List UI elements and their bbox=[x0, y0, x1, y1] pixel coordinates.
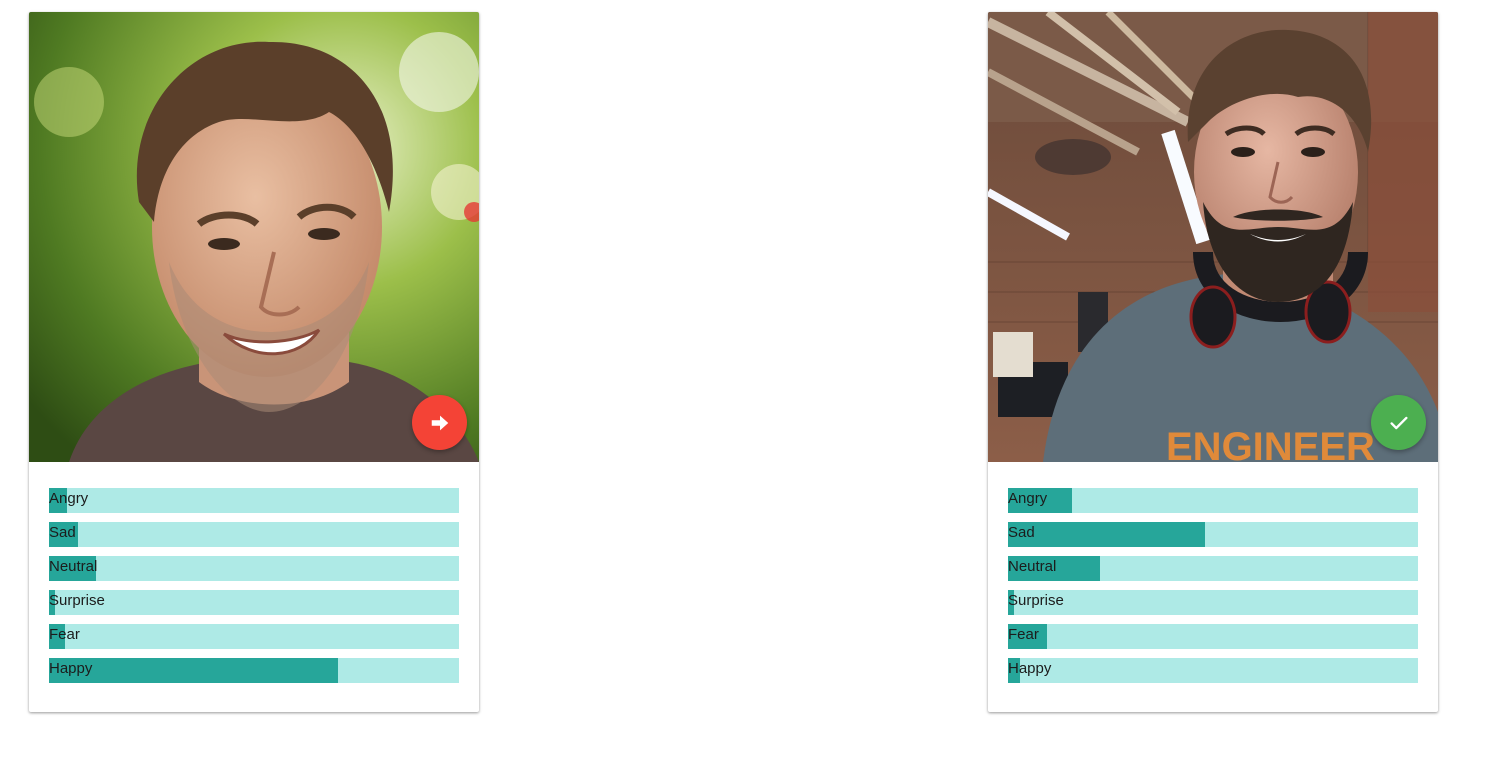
shirt-text: ENGINEER bbox=[1166, 425, 1375, 462]
emotion-label: Neutral bbox=[1008, 558, 1057, 575]
emotion-label: Happy bbox=[49, 660, 93, 677]
emotion-bar-neutral: Neutral bbox=[49, 556, 459, 581]
emotion-label: Surprise bbox=[1008, 592, 1064, 609]
face-photo: ENGINEER bbox=[988, 12, 1438, 462]
portrait-image bbox=[29, 12, 479, 462]
emotion-bar-angry: Angry bbox=[49, 488, 459, 513]
check-icon bbox=[1389, 416, 1408, 429]
emotion-card-right: ENGINEER Angry Sad Neutral Surprise Fear… bbox=[988, 12, 1438, 712]
bar-fill bbox=[1008, 522, 1205, 547]
check-button[interactable] bbox=[1371, 395, 1426, 450]
emotion-label: Neutral bbox=[49, 558, 98, 575]
emotion-bar-surprise: Surprise bbox=[49, 590, 459, 615]
emotion-label: Happy bbox=[1008, 660, 1052, 677]
arrow-right-icon bbox=[431, 415, 448, 430]
emotion-bar-fear: Fear bbox=[1008, 624, 1418, 649]
emotion-bars: Angry Sad Neutral Surprise Fear Happy bbox=[29, 462, 479, 683]
emotion-bar-happy: Happy bbox=[1008, 658, 1418, 683]
emotion-bar-sad: Sad bbox=[1008, 522, 1418, 547]
emotion-label: Sad bbox=[49, 524, 76, 541]
emotion-bar-happy: Happy bbox=[49, 658, 459, 683]
emotion-bar-angry: Angry bbox=[1008, 488, 1418, 513]
emotion-bar-sad: Sad bbox=[49, 522, 459, 547]
webcam-image: ENGINEER bbox=[988, 12, 1438, 462]
emotion-bars: Angry Sad Neutral Surprise Fear Happy bbox=[988, 462, 1438, 683]
emotion-label: Fear bbox=[49, 626, 80, 643]
next-button[interactable] bbox=[412, 395, 467, 450]
emotion-label: Angry bbox=[1008, 490, 1048, 507]
emotion-label: Surprise bbox=[49, 592, 105, 609]
emotion-card-left: Angry Sad Neutral Surprise Fear Happy bbox=[29, 12, 479, 712]
emotion-bar-neutral: Neutral bbox=[1008, 556, 1418, 581]
emotion-label: Fear bbox=[1008, 626, 1039, 643]
emotion-bar-fear: Fear bbox=[49, 624, 459, 649]
emotion-label: Sad bbox=[1008, 524, 1035, 541]
face-photo bbox=[29, 12, 479, 462]
emotion-label: Angry bbox=[49, 490, 89, 507]
emotion-bar-surprise: Surprise bbox=[1008, 590, 1418, 615]
